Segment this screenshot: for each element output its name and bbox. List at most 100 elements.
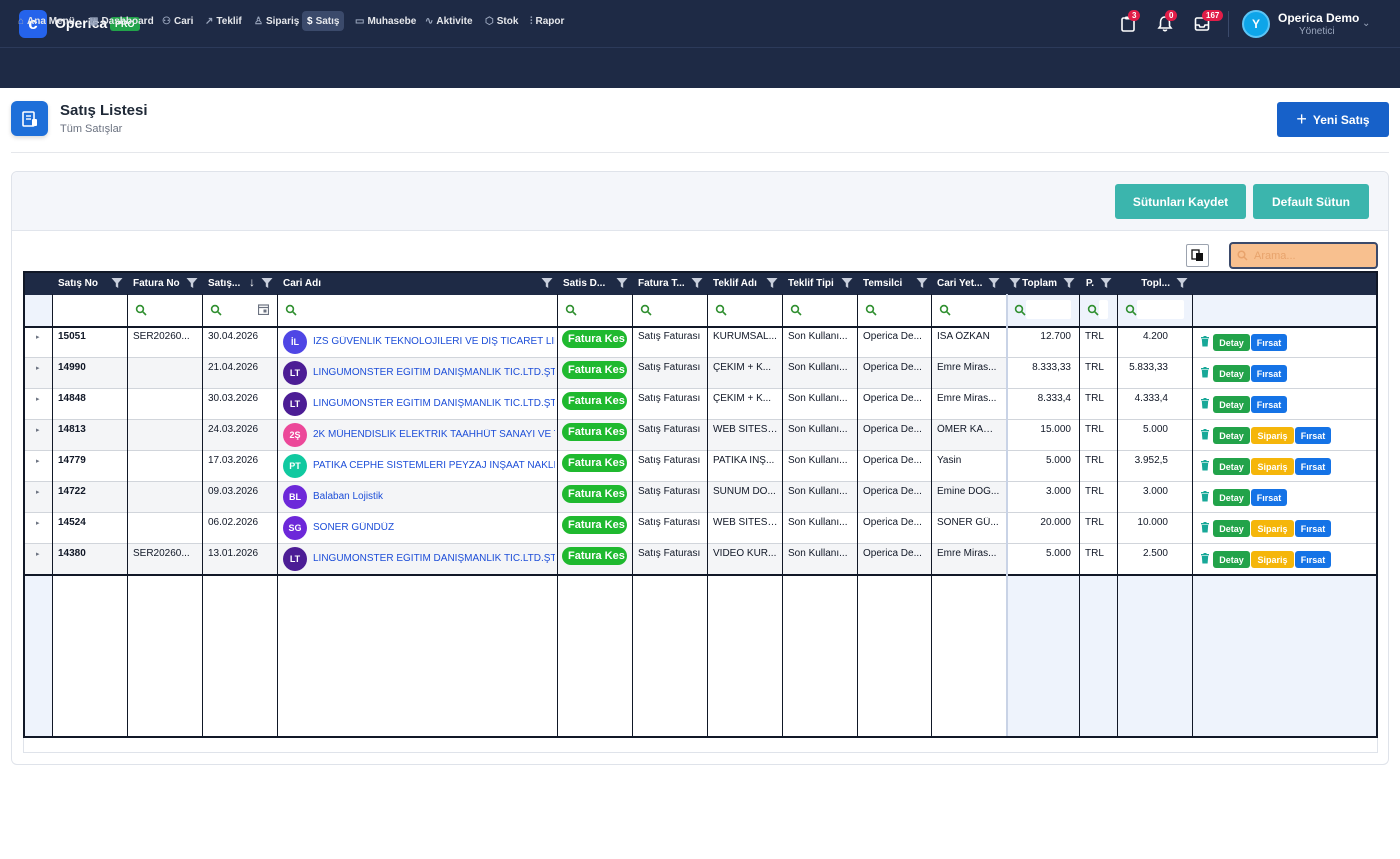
col-satis-no-header[interactable]: Satış No (52, 273, 127, 294)
filter-icon[interactable] (1176, 277, 1188, 289)
tasks-button[interactable]: 3 (1117, 10, 1141, 35)
detail-button[interactable]: Detay (1213, 520, 1250, 537)
nav-satis[interactable]: $ Satış (302, 11, 345, 31)
customer-link[interactable]: SONER GÜNDÜZ (313, 522, 555, 533)
nav-stok[interactable]: ⬡ Stok (485, 13, 518, 29)
nav-cari[interactable]: ⚇ Cari (162, 13, 193, 29)
opportunity-button[interactable]: Fırsat (1295, 520, 1331, 537)
expand-row-icon[interactable]: ▸ (36, 457, 40, 465)
filter-icon[interactable] (841, 277, 853, 289)
customer-link[interactable]: LİNGUMONSTER EĞİTİM DANIŞMANLIK TİC.LTD.… (313, 553, 555, 564)
col-cari-yetkili-filter[interactable] (931, 294, 1004, 326)
col-temsilci-header[interactable]: Temsilci (857, 273, 932, 294)
col-cari-adi-filter[interactable] (277, 294, 557, 326)
col-cari-adi-header[interactable]: Cari Adı (277, 273, 557, 294)
customer-link[interactable]: 2K MÜHENDİSLİK ELEKTRİK TAAHHÜT SANAYİ V… (313, 429, 555, 440)
trash-icon[interactable] (1200, 365, 1210, 378)
filter-input[interactable] (1137, 300, 1184, 319)
default-columns-button[interactable]: Default Sütun (1253, 184, 1369, 219)
detail-button[interactable]: Detay (1213, 427, 1250, 444)
trash-icon[interactable] (1200, 334, 1210, 347)
avatar[interactable]: Y (1242, 10, 1270, 38)
filter-icon[interactable] (541, 277, 553, 289)
col-temsilci-filter[interactable] (857, 294, 932, 326)
trash-icon[interactable] (1200, 551, 1210, 564)
filter-icon[interactable] (1009, 277, 1021, 289)
notifications-button[interactable]: 0 (1154, 10, 1178, 35)
filter-icon[interactable] (691, 277, 703, 289)
expand-row-icon[interactable]: ▸ (36, 395, 40, 403)
filter-icon[interactable] (616, 277, 628, 289)
expand-row-icon[interactable]: ▸ (36, 488, 40, 496)
customer-link[interactable]: LİNGUMONSTER EĞİTİM DANIŞMANLIK TİC.LTD.… (313, 398, 555, 409)
col-fatura-tipi-filter[interactable] (632, 294, 707, 326)
col-para-birimi-header[interactable]: P. (1079, 273, 1116, 294)
filter-icon[interactable] (988, 277, 1000, 289)
detail-button[interactable]: Detay (1213, 396, 1250, 413)
col-toplam-2-header[interactable]: Topl... (1117, 273, 1192, 294)
filter-icon[interactable] (111, 277, 123, 289)
search-input[interactable]: Arama... (1229, 242, 1378, 269)
trash-icon[interactable] (1200, 396, 1210, 409)
expand-row-icon[interactable]: ▸ (36, 364, 40, 372)
col-fatura-no-header[interactable]: Fatura No (127, 273, 202, 294)
chevron-down-icon[interactable]: ⌄ (1362, 18, 1370, 29)
nav-ana-menu[interactable]: ⌂ Ana Menü (18, 13, 75, 29)
col-teklif-tipi-header[interactable]: Teklif Tipi (782, 273, 857, 294)
order-button[interactable]: Sipariş (1251, 458, 1294, 475)
user-name[interactable]: Operica Demo (1278, 11, 1359, 25)
opportunity-button[interactable]: Fırsat (1251, 396, 1287, 413)
filter-icon[interactable] (261, 277, 273, 289)
customer-link[interactable]: Balaban Lojistik (313, 491, 555, 502)
opportunity-button[interactable]: Fırsat (1251, 365, 1287, 382)
customer-link[interactable]: İZS GÜVENLİK TEKNOLOJİLERİ VE DIŞ TİCARE… (313, 336, 555, 347)
expand-row-icon[interactable]: ▸ (36, 333, 40, 341)
expand-row-icon[interactable]: ▸ (36, 519, 40, 527)
column-chooser-button[interactable] (1186, 244, 1209, 267)
col-satis-durumu-header[interactable]: Satis D... (557, 273, 632, 294)
detail-button[interactable]: Detay (1213, 334, 1250, 351)
filter-icon[interactable] (186, 277, 198, 289)
col-toplam-filter[interactable] (1006, 294, 1079, 326)
nav-teklif[interactable]: ↗ Teklif (205, 13, 242, 29)
customer-link[interactable]: PATİKA CEPHE SİSTEMLERİ PEYZAJ İNŞAAT NA… (313, 460, 555, 471)
sort-desc-icon[interactable]: ↓ (249, 275, 255, 289)
trash-icon[interactable] (1200, 458, 1210, 471)
col-teklif-adi-filter[interactable] (707, 294, 782, 326)
detail-button[interactable]: Detay (1213, 365, 1250, 382)
opportunity-button[interactable]: Fırsat (1295, 551, 1331, 568)
detail-button[interactable]: Detay (1213, 458, 1250, 475)
messages-button[interactable]: 167 (1191, 10, 1224, 35)
customer-link[interactable]: LİNGUMONSTER EĞİTİM DANIŞMANLIK TİC.LTD.… (313, 367, 555, 378)
col-para-birimi-filter[interactable] (1079, 294, 1116, 326)
opportunity-button[interactable]: Fırsat (1295, 427, 1331, 444)
opportunity-button[interactable]: Fırsat (1295, 458, 1331, 475)
nav-dashboard[interactable]: ▦ Dashboard (89, 13, 154, 29)
col-satis-durumu-filter[interactable] (557, 294, 632, 326)
filter-icon[interactable] (1063, 277, 1075, 289)
opportunity-button[interactable]: Fırsat (1251, 489, 1287, 506)
col-teklif-adi-header[interactable]: Teklif Adı (707, 273, 782, 294)
save-columns-button[interactable]: Sütunları Kaydet (1115, 184, 1246, 219)
detail-button[interactable]: Detay (1213, 551, 1250, 568)
filter-icon[interactable] (1100, 277, 1112, 289)
col-toplam-header[interactable]: Toplam (1006, 273, 1079, 294)
nav-aktivite[interactable]: ∿ Aktivite (425, 13, 473, 29)
col-satis-tarihi-header[interactable]: Satış... ↓ (202, 273, 277, 294)
expand-row-icon[interactable]: ▸ (36, 426, 40, 434)
expand-row-icon[interactable]: ▸ (36, 550, 40, 558)
col-teklif-tipi-filter[interactable] (782, 294, 857, 326)
nav-rapor[interactable]: ⫶ Rapor (530, 13, 564, 29)
col-toplam-2-filter[interactable] (1117, 294, 1192, 326)
trash-icon[interactable] (1200, 427, 1210, 440)
col-fatura-no-filter[interactable] (127, 294, 202, 326)
calendar-icon[interactable] (257, 302, 270, 316)
order-button[interactable]: Sipariş (1251, 551, 1294, 568)
nav-siparis[interactable]: ♙ Sipariş (254, 13, 299, 29)
filter-input[interactable] (1099, 300, 1108, 319)
filter-icon[interactable] (766, 277, 778, 289)
col-fatura-tipi-header[interactable]: Fatura T... (632, 273, 707, 294)
filter-icon[interactable] (916, 277, 928, 289)
opportunity-button[interactable]: Fırsat (1251, 334, 1287, 351)
order-button[interactable]: Sipariş (1251, 427, 1294, 444)
